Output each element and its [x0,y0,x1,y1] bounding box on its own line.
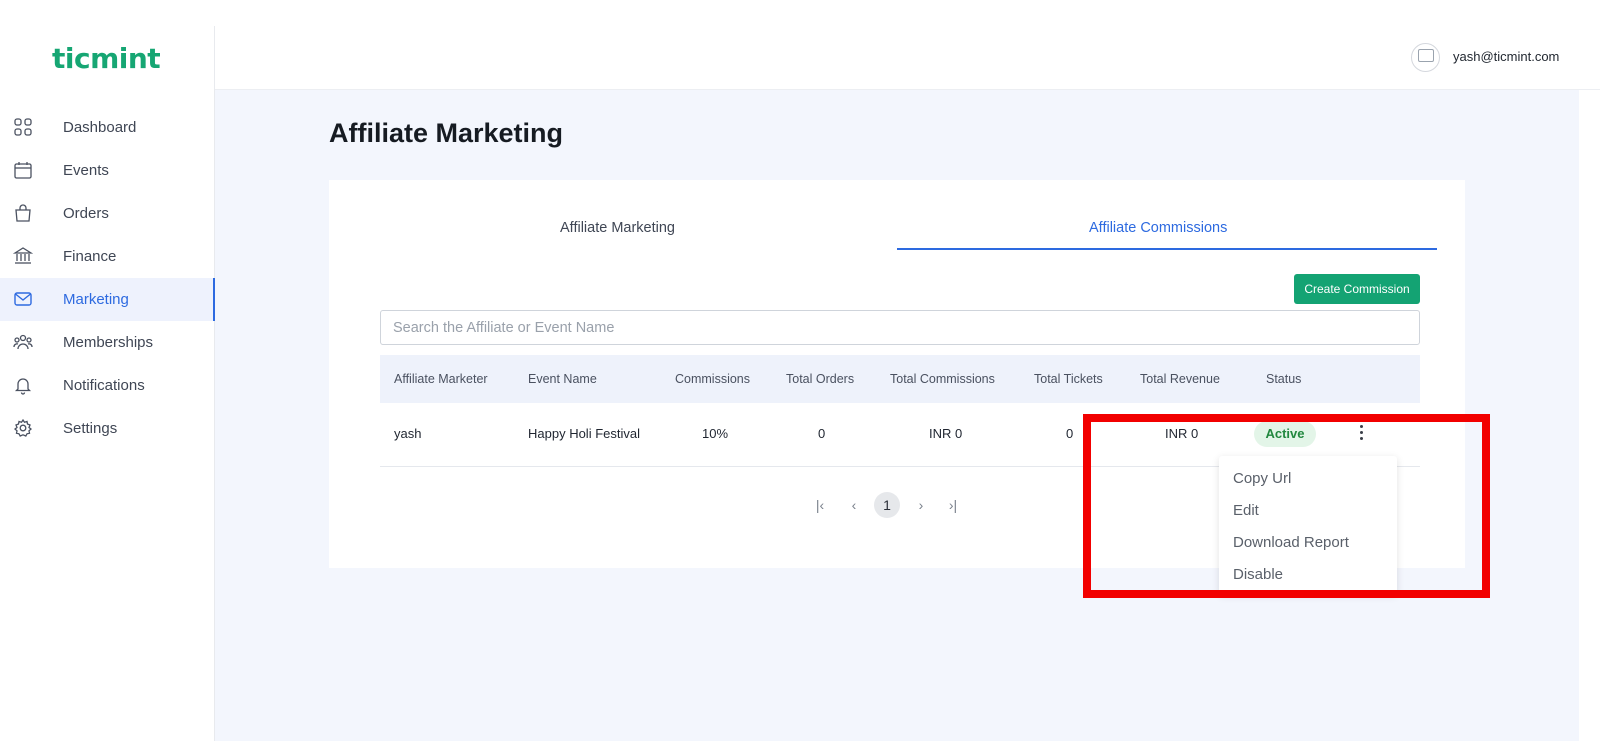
sidebar-item-orders[interactable]: Orders [0,192,215,235]
sidebar-item-finance[interactable]: Finance [0,235,215,278]
gear-icon [13,418,33,437]
tab-affiliate-commissions[interactable]: Affiliate Commissions [1089,220,1227,236]
create-commission-button[interactable]: Create Commission [1294,274,1420,304]
column-header-total-orders: Total Orders [786,372,855,386]
column-header-commissions: Commissions [675,372,751,386]
users-icon [13,334,33,350]
logo: ticmint [52,42,161,75]
sidebar-item-label: Settings [63,420,118,437]
bell-icon [14,378,32,395]
last-page-icon[interactable]: ›| [940,492,966,518]
top-header: yash@ticmint.com [215,26,1600,90]
column-header-status: Status [1266,372,1302,386]
column-header-affiliate-marketer: Affiliate Marketer [394,372,488,386]
first-page-icon[interactable]: |‹ [807,492,833,518]
scrollbar-track [1579,90,1600,741]
sidebar-item-label: Events [63,162,109,179]
next-page-icon[interactable]: › [908,492,934,518]
page-title: Affiliate Marketing [329,118,564,148]
page-number[interactable]: 1 [874,492,900,518]
sidebar-item-label: Memberships [63,334,154,351]
tab-affiliate-marketing[interactable]: Affiliate Marketing [560,220,675,236]
search-input[interactable] [380,310,1420,345]
avatar[interactable] [1411,43,1440,72]
prev-page-icon[interactable]: ‹ [841,492,867,518]
bank-icon [13,247,33,264]
active-tab-indicator [897,248,1437,250]
sidebar-item-events[interactable]: Events [0,149,215,192]
sidebar-item-label: Orders [63,205,109,222]
column-header-total-revenue: Total Revenue [1140,372,1220,386]
sidebar-item-dashboard[interactable]: Dashboard [0,106,215,149]
sidebar-item-notifications[interactable]: Notifications [0,364,215,407]
cell-total-tickets: 0 [1066,426,1074,441]
cell-commission: 10% [702,426,729,441]
user-email[interactable]: yash@ticmint.com [1453,49,1559,64]
highlight-annotation-box [1083,414,1490,598]
sidebar-item-label: Finance [63,248,117,265]
sidebar-item-marketing[interactable]: Marketing [0,278,215,321]
cell-affiliate: yash [394,426,422,441]
column-header-total-tickets: Total Tickets [1034,372,1103,386]
sidebar: ticmint Dashboard Events Orders Finance … [0,26,215,741]
cell-total-commissions: INR 0 [929,426,963,441]
cell-total-orders: 0 [818,426,826,441]
column-header-event-name: Event Name [528,372,597,386]
calendar-icon [14,162,32,179]
sidebar-nav: Dashboard Events Orders Finance Marketin… [0,106,215,450]
cell-event-name: Happy Holi Festival [528,426,640,441]
table-header: Affiliate Marketer Event Name Commission… [380,355,1420,403]
sidebar-item-label: Dashboard [63,119,137,136]
sidebar-item-label: Notifications [63,377,145,394]
grid-icon [14,118,32,136]
mail-icon [14,292,32,306]
sidebar-item-label: Marketing [63,291,129,308]
column-header-total-commissions: Total Commissions [890,372,995,386]
bag-icon [15,204,31,222]
sidebar-item-settings[interactable]: Settings [0,407,215,450]
sidebar-item-memberships[interactable]: Memberships [0,321,215,364]
